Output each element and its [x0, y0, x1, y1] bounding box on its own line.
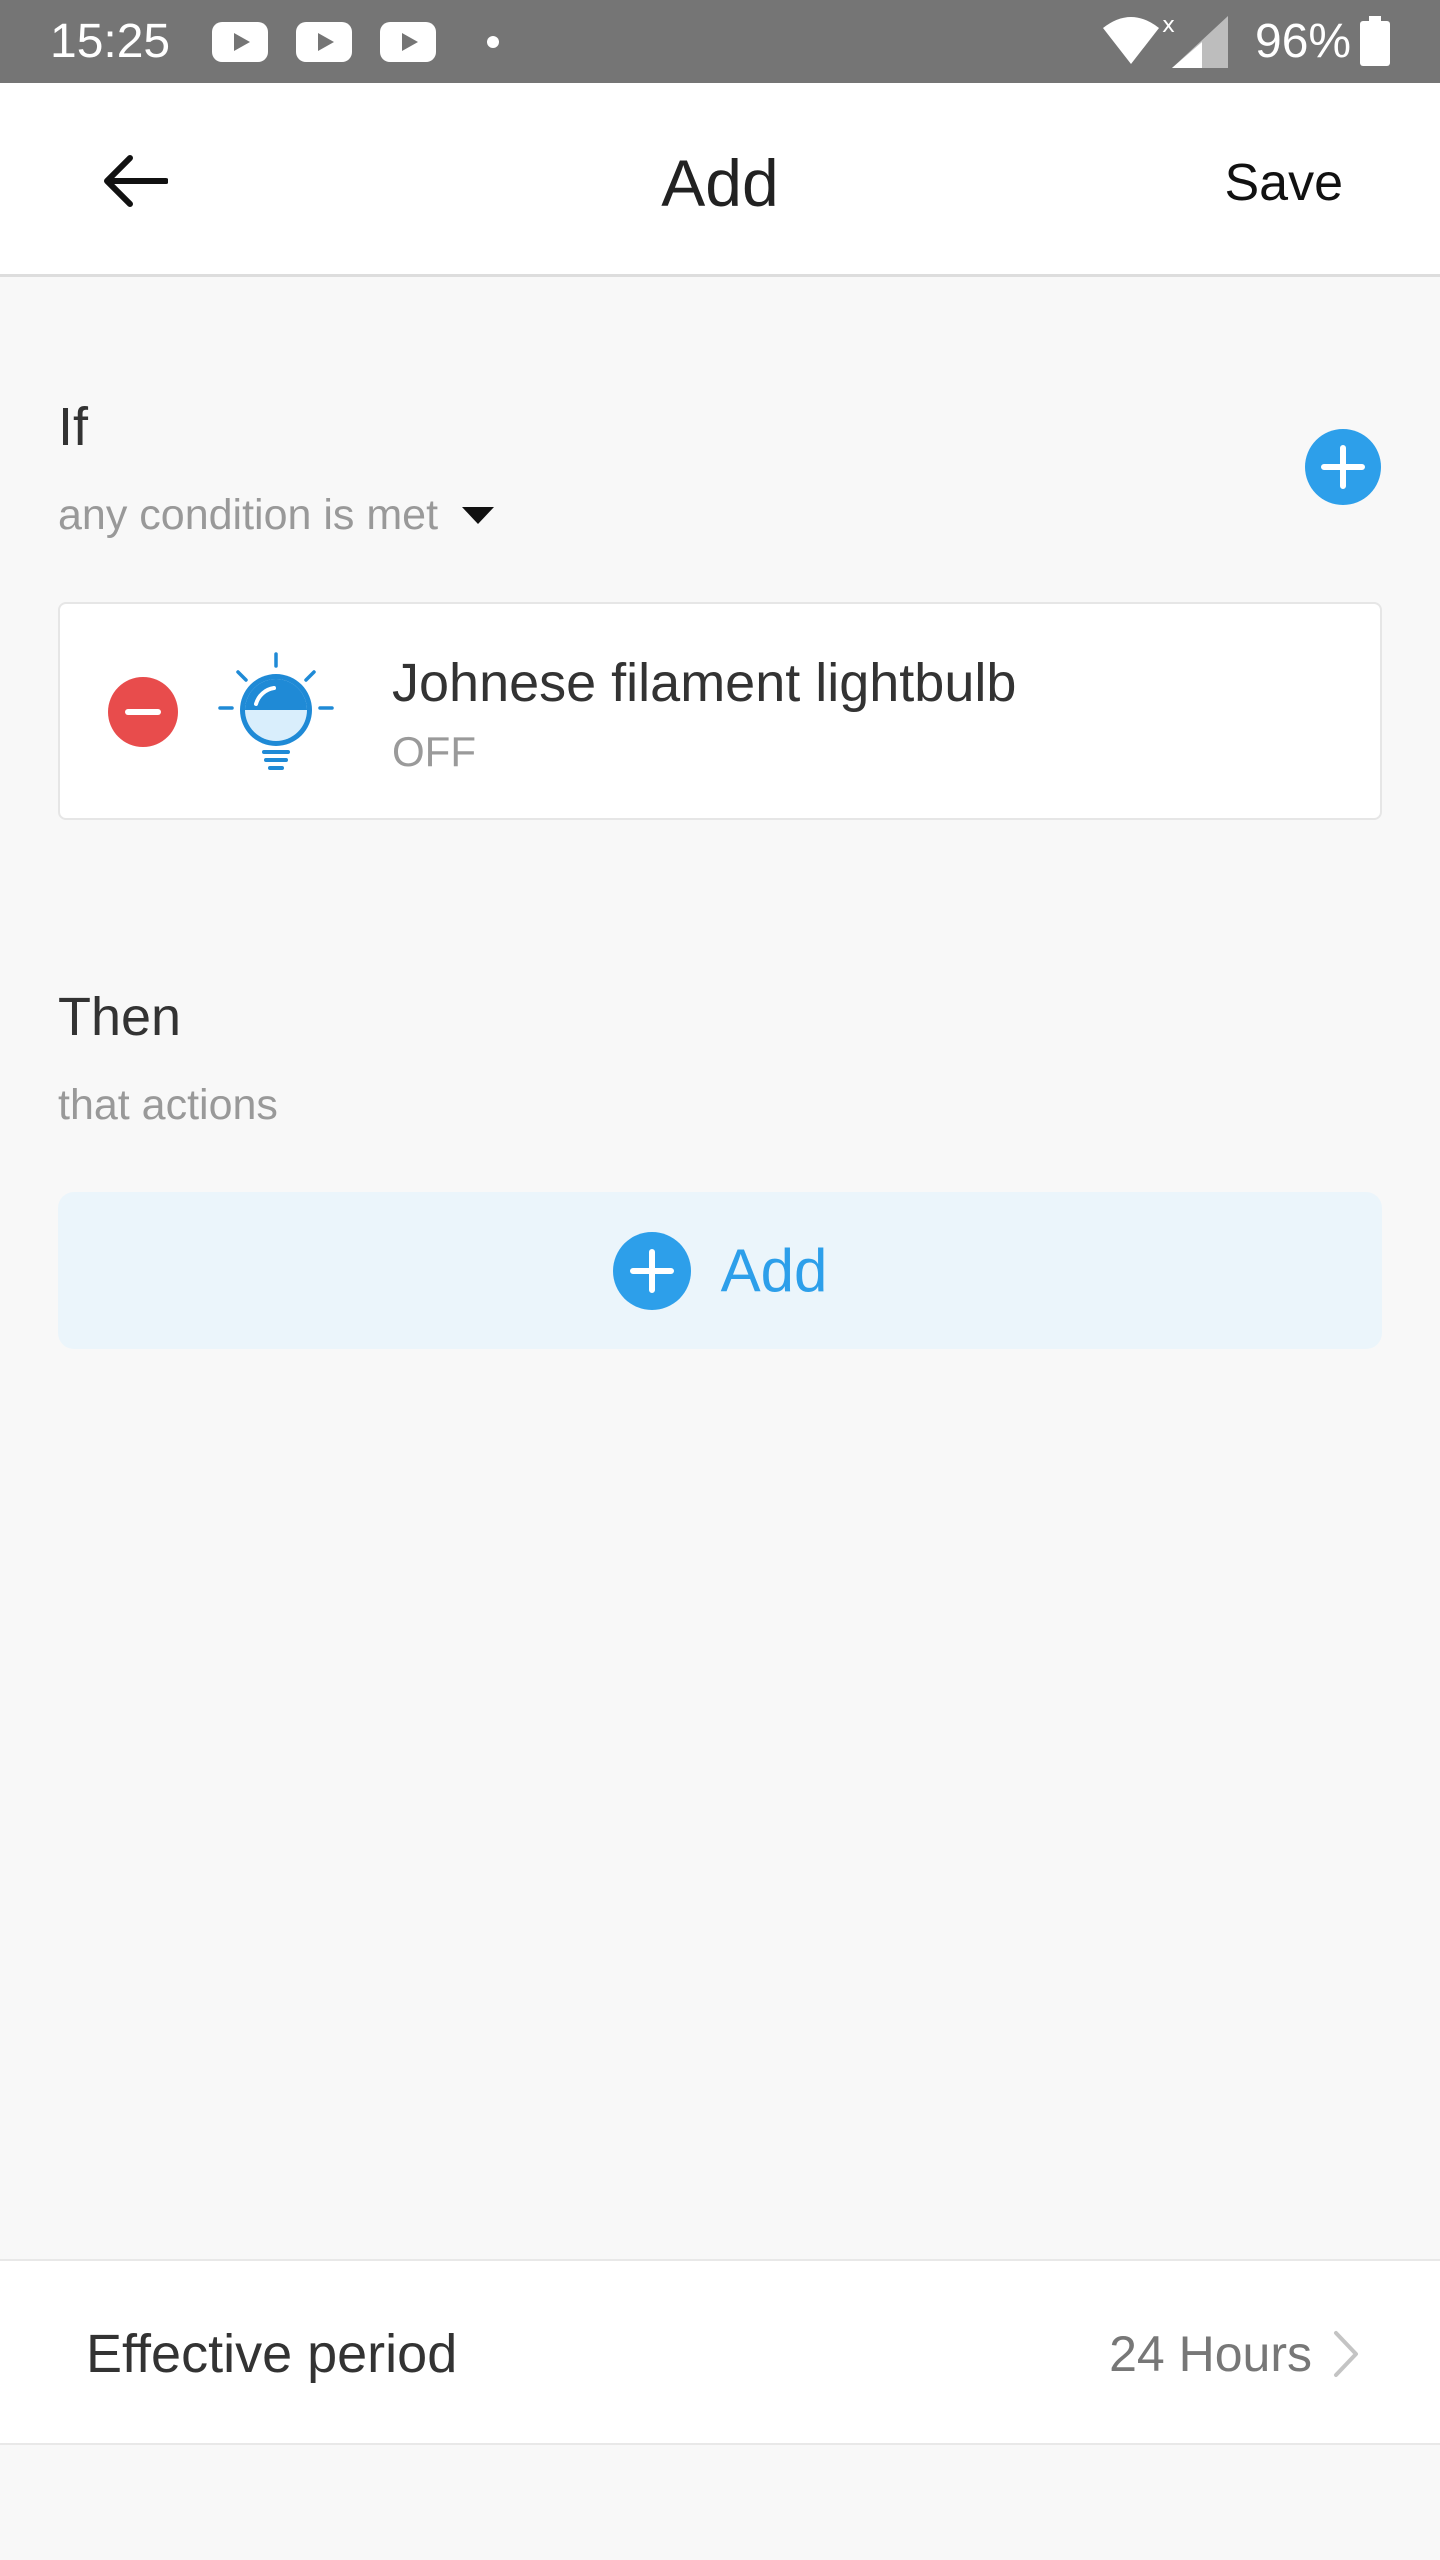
- remove-condition-button[interactable]: [108, 677, 178, 747]
- chevron-right-icon: [1334, 2331, 1358, 2377]
- battery-percent: 96%: [1255, 15, 1352, 68]
- wifi-icon: [1103, 17, 1159, 64]
- screen: 15:25 x 96% Add Save If any condition is…: [0, 0, 1440, 2560]
- action-section-title: Then: [58, 987, 182, 1047]
- plus-circle-icon: [612, 1231, 691, 1310]
- add-action-button[interactable]: Add: [58, 1192, 1382, 1349]
- dot-icon: [487, 36, 499, 48]
- lightbulb-icon: [218, 652, 334, 770]
- save-button[interactable]: Save: [1224, 151, 1343, 215]
- youtube-icon: [212, 22, 268, 62]
- youtube-icon: [296, 22, 352, 62]
- top-app-bar: Add Save: [0, 83, 1440, 277]
- device-state: OFF: [392, 728, 476, 775]
- action-section-subtitle: that actions: [58, 1081, 278, 1129]
- condition-card[interactable]: Johnese filament lightbulb OFF: [58, 602, 1382, 820]
- status-bar: 15:25 x 96%: [0, 0, 1440, 83]
- battery-icon: [1360, 16, 1390, 66]
- caret-down-icon: [462, 506, 495, 524]
- effective-period-label: Effective period: [86, 2324, 458, 2384]
- status-time: 15:25: [50, 15, 171, 68]
- svg-text:x: x: [1162, 13, 1175, 38]
- add-action-label: Add: [720, 1236, 828, 1304]
- condition-section-title: If: [58, 397, 89, 457]
- youtube-icon: [380, 22, 436, 62]
- signal-icon: x: [1162, 13, 1228, 68]
- effective-period-value: 24 Hours: [1109, 2326, 1312, 2382]
- condition-mode-label: any condition is met: [58, 491, 439, 539]
- condition-mode-dropdown[interactable]: any condition is met: [58, 488, 495, 542]
- effective-period-row[interactable]: Effective period 24 Hours: [0, 2259, 1440, 2445]
- device-name: Johnese filament lightbulb: [392, 653, 1017, 713]
- add-condition-button[interactable]: [1305, 429, 1381, 505]
